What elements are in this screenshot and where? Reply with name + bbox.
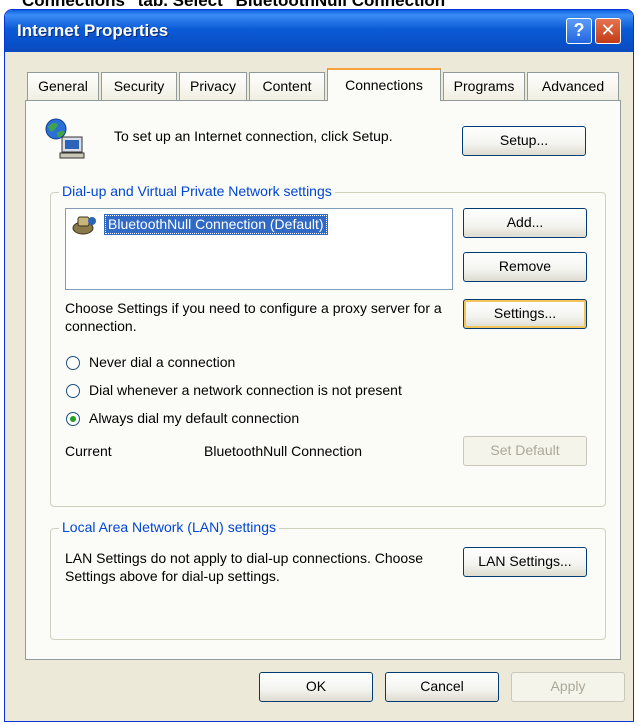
dialup-vpn-group-label: Dial-up and Virtual Private Network sett…: [59, 183, 335, 199]
tab-content[interactable]: Content: [249, 72, 325, 100]
lan-group-label: Local Area Network (LAN) settings: [59, 519, 279, 535]
always-dial-label[interactable]: Always dial my default connection: [89, 410, 299, 426]
cancel-button[interactable]: Cancel: [385, 672, 499, 702]
connection-name: BluetoothNull Connection (Default): [104, 214, 328, 235]
network-connection-icon: [44, 117, 90, 165]
always-dial-radio[interactable]: [66, 412, 80, 426]
close-button[interactable]: ✕: [595, 18, 621, 44]
set-default-button[interactable]: Set Default: [463, 436, 587, 466]
apply-button[interactable]: Apply: [511, 672, 625, 702]
tab-security[interactable]: Security: [101, 72, 177, 100]
current-label: Current: [65, 443, 112, 459]
tab-privacy[interactable]: Privacy: [179, 72, 247, 100]
dialup-connection-icon: [72, 214, 98, 236]
internet-properties-dialog: Internet Properties ? ✕ General Security…: [4, 9, 634, 722]
settings-description: Choose Settings if you need to configure…: [65, 300, 442, 334]
lan-description: LAN Settings do not apply to dial-up con…: [65, 550, 424, 584]
tab-programs[interactable]: Programs: [443, 72, 525, 100]
lan-settings-button[interactable]: LAN Settings...: [463, 547, 587, 577]
never-dial-radio[interactable]: [66, 356, 80, 370]
connection-list[interactable]: BluetoothNull Connection (Default): [65, 208, 453, 290]
remove-button[interactable]: Remove: [463, 252, 587, 282]
dialup-vpn-group: Dial-up and Virtual Private Network sett…: [50, 183, 606, 507]
add-button[interactable]: Add...: [463, 208, 587, 238]
window-title: Internet Properties: [17, 21, 169, 40]
dial-when-needed-label[interactable]: Dial whenever a network connection is no…: [89, 382, 402, 398]
tab-general[interactable]: General: [27, 72, 99, 100]
setup-button[interactable]: Setup...: [462, 126, 586, 156]
help-button[interactable]: ?: [566, 18, 592, 44]
tab-advanced[interactable]: Advanced: [527, 72, 619, 100]
dial-when-needed-radio[interactable]: [66, 384, 80, 398]
current-connection-value: BluetoothNull Connection: [204, 443, 362, 459]
setup-description: To set up an Internet connection, click …: [114, 128, 393, 144]
help-icon: ?: [573, 20, 585, 40]
tab-connections[interactable]: Connections: [327, 68, 441, 101]
never-dial-label[interactable]: Never dial a connection: [89, 354, 235, 370]
ok-button[interactable]: OK: [259, 672, 373, 702]
connections-panel: To set up an Internet connection, click …: [25, 100, 621, 660]
lan-settings-group: Local Area Network (LAN) settings LAN Se…: [50, 519, 606, 640]
settings-button[interactable]: Settings...: [463, 299, 587, 329]
close-icon: ✕: [600, 20, 616, 40]
title-bar[interactable]: Internet Properties ? ✕: [5, 10, 633, 52]
